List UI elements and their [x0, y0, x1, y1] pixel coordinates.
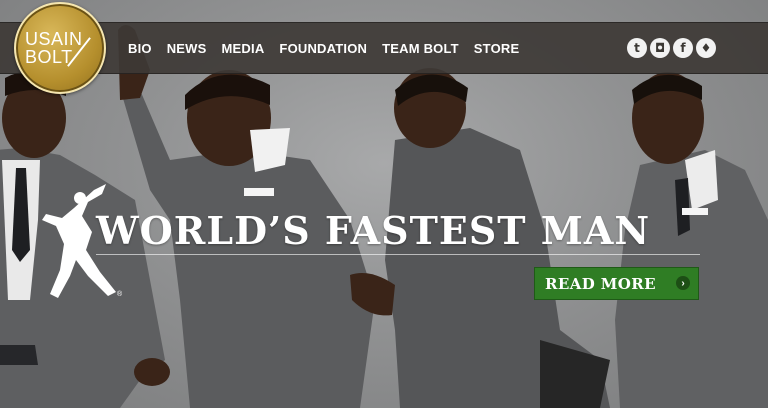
- main-navbar: BIO NEWS MEDIA FOUNDATION TEAM BOLT STOR…: [0, 22, 768, 74]
- tumblr-icon[interactable]: t: [627, 38, 647, 58]
- nav-item-team-bolt[interactable]: TEAM BOLT: [382, 41, 459, 56]
- usain-bolt-logo[interactable]: USAIN BOLT: [14, 2, 106, 94]
- social-links: t ◘ f ♦: [627, 23, 716, 73]
- hero-banner: BIO NEWS MEDIA FOUNDATION TEAM BOLT STOR…: [0, 0, 768, 408]
- instagram-icon[interactable]: ◘: [650, 38, 670, 58]
- hero-headline: WORLD’S FASTEST MAN: [96, 208, 651, 253]
- nav-item-news[interactable]: NEWS: [167, 41, 207, 56]
- logo-text-bolt: BOLT: [25, 47, 73, 67]
- read-more-label: READ MORE: [545, 274, 656, 293]
- nav-item-media[interactable]: MEDIA: [222, 41, 265, 56]
- nav-item-bio[interactable]: BIO: [128, 41, 152, 56]
- nav-item-store[interactable]: STORE: [474, 41, 520, 56]
- arrow-right-icon: ›: [676, 276, 690, 290]
- nav-item-foundation[interactable]: FOUNDATION: [279, 41, 367, 56]
- headline-underline: [96, 254, 700, 255]
- facebook-icon[interactable]: f: [673, 38, 693, 58]
- read-more-button[interactable]: READ MORE ›: [534, 267, 699, 300]
- registered-mark: ®: [117, 291, 123, 298]
- twitter-icon[interactable]: ♦: [696, 38, 716, 58]
- nav-menu: BIO NEWS MEDIA FOUNDATION TEAM BOLT STOR…: [128, 23, 534, 73]
